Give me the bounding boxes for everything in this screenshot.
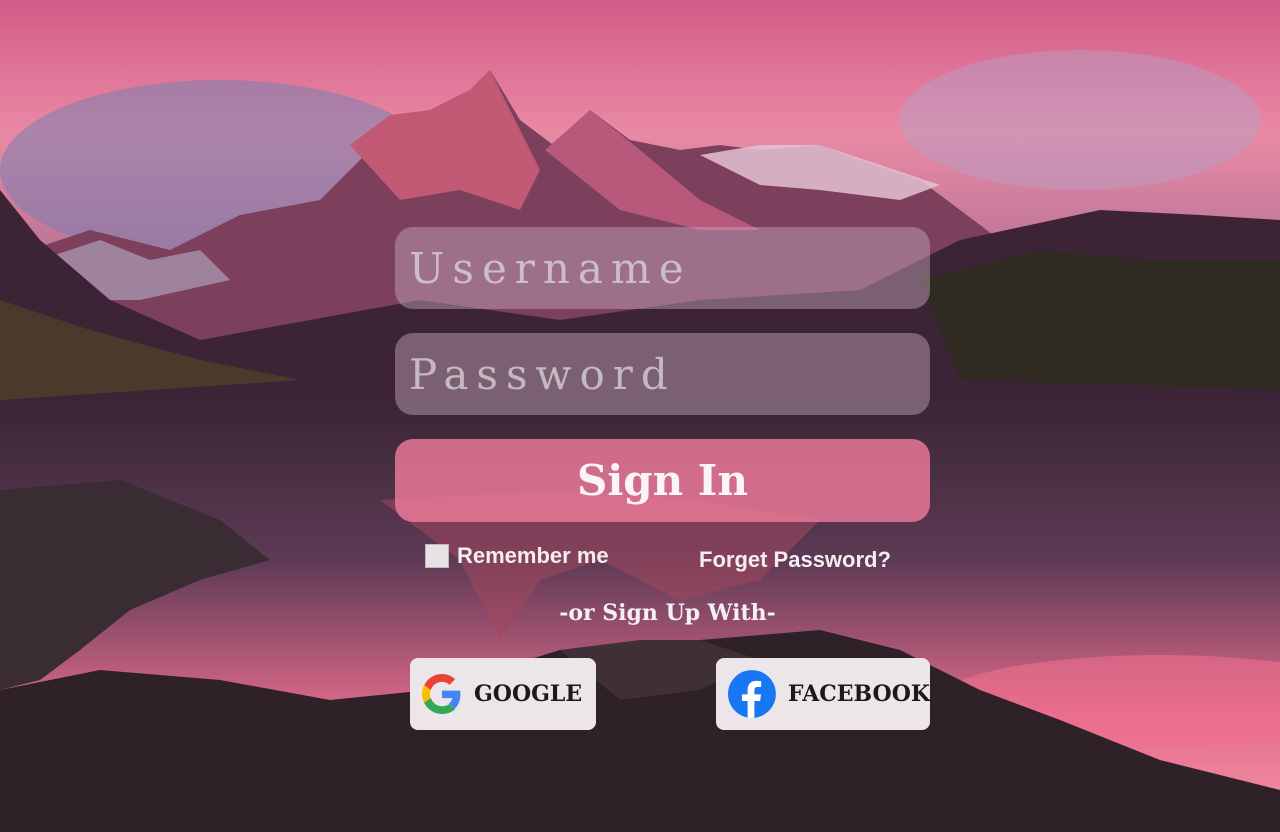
forget-password-link[interactable]: Forget Password? — [699, 547, 891, 573]
facebook-label: FACEBOOK — [787, 681, 930, 707]
sign-in-button[interactable]: Sign In — [395, 439, 930, 522]
google-logo-icon — [422, 674, 461, 714]
landscape-illustration — [0, 0, 1280, 832]
remember-me-label: Remember me — [457, 543, 609, 568]
username-field-container — [395, 227, 930, 309]
or-sign-up-with-text: -or Sign Up With- — [559, 600, 776, 626]
username-input[interactable] — [407, 242, 918, 294]
google-label: GOOGLE — [474, 681, 583, 707]
facebook-logo-icon — [728, 670, 776, 718]
facebook-signup-button[interactable]: FACEBOOK — [716, 658, 930, 730]
google-signup-button[interactable]: GOOGLE — [410, 658, 596, 730]
checkbox-icon[interactable] — [425, 544, 449, 568]
remember-me-option[interactable]: Remember me — [425, 543, 609, 569]
password-input[interactable] — [407, 348, 918, 400]
password-field-container — [395, 333, 930, 415]
background-landscape — [0, 0, 1280, 832]
